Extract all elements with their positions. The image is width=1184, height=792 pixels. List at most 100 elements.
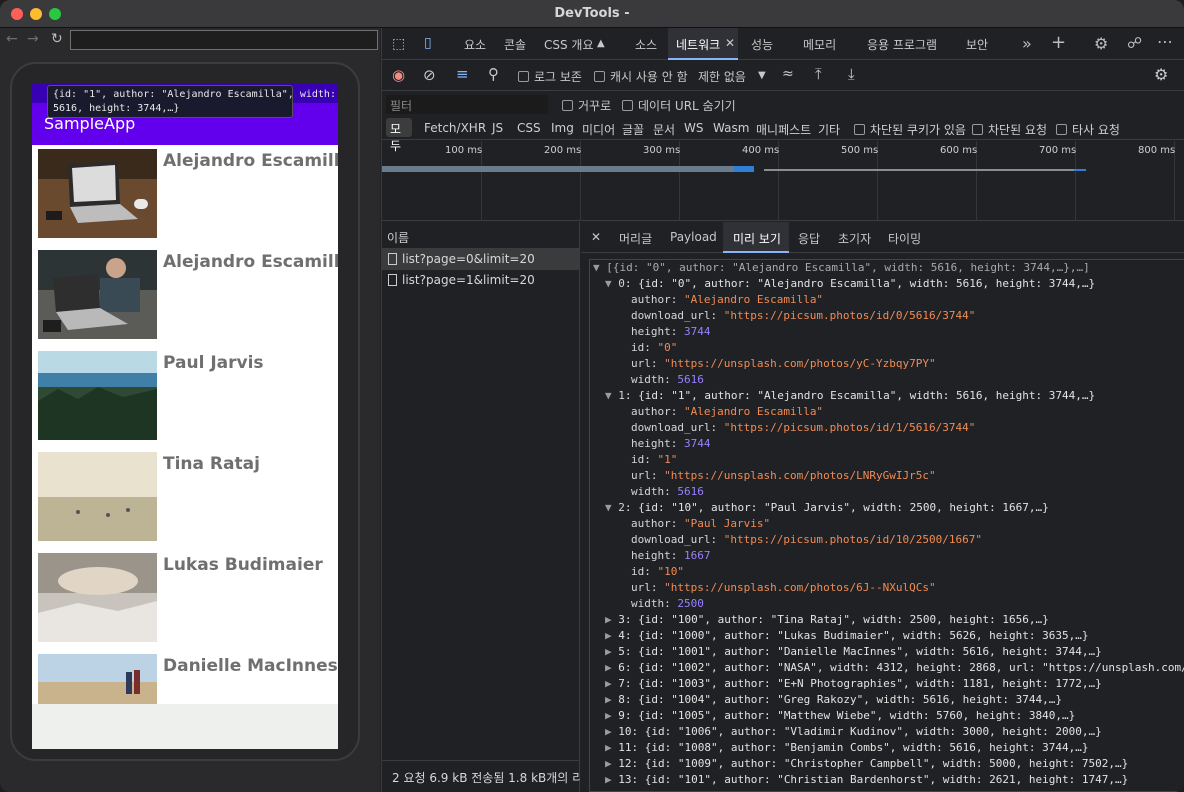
tree-node[interactable]: ▼ 1: {id: "1", author: "Alejandro Escami… <box>605 388 1095 404</box>
tab-sources[interactable]: 소스 <box>635 36 657 53</box>
timeline-tick: 800 ms <box>1138 145 1176 156</box>
tab-preview[interactable]: 미리 보기 <box>733 230 781 247</box>
tab-elements[interactable]: 요소 <box>464 36 486 53</box>
request-row[interactable]: list?page=0&limit=20 <box>382 249 579 270</box>
tab-security[interactable]: 보안 <box>966 36 988 53</box>
settings-gear-icon[interactable]: ⚙ <box>1094 34 1108 53</box>
photo-list[interactable]: Alejandro Escamilla Alejandro Escamilla <box>32 145 338 704</box>
list-item[interactable]: Paul Jarvis <box>38 351 332 443</box>
title-bar: DevTools - <box>0 0 1184 28</box>
tab-application[interactable]: 응용 프로그램 <box>867 36 937 53</box>
type-img-button[interactable]: Img <box>551 121 574 135</box>
preserve-log-checkbox[interactable]: 로그 보존 <box>518 68 582 85</box>
clear-icon[interactable]: ⊘ <box>423 66 436 84</box>
type-fetch-xhr-button[interactable]: Fetch/XHR <box>424 121 486 135</box>
back-icon[interactable]: ← <box>6 31 18 47</box>
tab-headers[interactable]: 머리글 <box>619 230 652 247</box>
tab-memory[interactable]: 메모리 <box>803 36 836 53</box>
filter-input[interactable]: 필터 <box>386 95 548 114</box>
tree-node-collapsed[interactable]: ▶ 4: {id: "1000", author: "Lukas Budimai… <box>605 628 1088 644</box>
tree-node-collapsed[interactable]: ▶ 10: {id: "1006", author: "Vladimir Kud… <box>605 724 1102 740</box>
tab-initiator[interactable]: 초기자 <box>838 230 871 247</box>
reload-icon[interactable]: ↻ <box>51 31 63 47</box>
network-timeline[interactable]: 100 ms 200 ms 300 ms 400 ms 500 ms 600 m… <box>382 141 1184 221</box>
tab-console[interactable]: 콘솔 <box>504 36 526 53</box>
invert-checkbox[interactable]: 거꾸로 <box>562 97 611 114</box>
type-doc-button[interactable]: 문서 <box>653 121 675 138</box>
close-detail-icon[interactable]: ✕ <box>591 230 601 244</box>
export-har-icon[interactable]: ⤓ <box>848 65 855 83</box>
tab-response[interactable]: 응답 <box>798 230 820 247</box>
close-tab-icon[interactable]: ✕ <box>725 36 735 50</box>
list-item[interactable]: Tina Rataj <box>38 452 332 544</box>
tab-timing[interactable]: 타이밍 <box>888 230 921 247</box>
photo-thumbnail <box>38 452 157 541</box>
author-name: Alejandro Escamilla <box>163 252 338 272</box>
type-wasm-button[interactable]: Wasm <box>713 121 749 135</box>
tab-payload[interactable]: Payload <box>670 230 717 244</box>
device-toolbar-icon[interactable]: ▯ <box>424 35 432 51</box>
record-icon[interactable]: ◉ <box>392 66 405 84</box>
file-icon <box>388 274 397 286</box>
type-media-button[interactable]: 미디어 <box>582 121 615 138</box>
blocked-requests-checkbox[interactable]: 차단된 요청 <box>972 121 1047 138</box>
type-font-button[interactable]: 글꼴 <box>622 121 644 138</box>
list-item[interactable]: Lukas Budimaier <box>38 553 332 645</box>
disable-cache-checkbox[interactable]: 캐시 사용 안 함 <box>594 68 688 85</box>
throttling-select[interactable]: 제한 없음 <box>698 68 746 85</box>
tree-property: height: 3744 <box>631 437 711 450</box>
system-nav-bar <box>32 704 338 749</box>
tree-node[interactable]: ▼ 2: {id: "10", author: "Paul Jarvis", w… <box>605 500 1049 516</box>
hover-tooltip: {id: "1", author: "Alejandro Escamilla",… <box>47 85 336 118</box>
tooltip-line: 5616, height: 3744,…} <box>53 103 180 114</box>
request-list: 이름 list?page=0&limit=20 list?page=1&limi… <box>382 222 580 792</box>
name-column-header[interactable]: 이름 <box>382 222 579 249</box>
more-options-icon[interactable]: ⋯ <box>1157 32 1173 51</box>
tree-node-collapsed[interactable]: ▶ 6: {id: "1002", author: "NASA", width:… <box>605 660 1184 676</box>
json-preview[interactable]: ▼ [{id: "0", author: "Alejandro Escamill… <box>589 259 1184 792</box>
resource-type-filter: 모두 Fetch/XHR JS CSS Img 미디어 글꼴 문서 WS Was… <box>382 116 1184 153</box>
third-party-checkbox[interactable]: 타사 요청 <box>1056 121 1120 138</box>
tree-node-collapsed[interactable]: ▶ 3: {id: "100", author: "Tina Rataj", w… <box>605 612 1049 628</box>
tree-node[interactable]: ▼ 0: {id: "0", author: "Alejandro Escami… <box>605 276 1095 292</box>
tab-network[interactable]: 네트워크 <box>676 36 720 53</box>
tree-node-collapsed[interactable]: ▶ 8: {id: "1004", author: "Greg Rakozy",… <box>605 692 1062 708</box>
tab-performance[interactable]: 성능 <box>751 36 773 53</box>
list-item[interactable]: Alejandro Escamilla <box>38 250 338 342</box>
network-settings-icon[interactable]: ⚙ <box>1154 65 1168 84</box>
tab-css-overview[interactable]: CSS 개요 <box>544 36 594 53</box>
tree-property: height: 3744 <box>631 325 711 338</box>
type-manifest-button[interactable]: 매니페스트 <box>756 121 811 138</box>
import-har-icon[interactable]: ⤒ <box>815 65 822 83</box>
type-all-button[interactable]: 모두 <box>386 118 412 153</box>
search-icon[interactable]: ⚲ <box>488 65 499 83</box>
request-row[interactable]: list?page=1&limit=20 <box>382 270 579 291</box>
tree-node-collapsed[interactable]: ▶ 12: {id: "1009", author: "Christopher … <box>605 756 1128 772</box>
hide-data-urls-checkbox[interactable]: 데이터 URL 숨기기 <box>622 97 736 114</box>
tree-node-collapsed[interactable]: ▶ 11: {id: "1008", author: "Benjamin Com… <box>605 740 1088 756</box>
tree-property: width: 5616 <box>631 373 704 386</box>
tree-node-collapsed[interactable]: ▶ 7: {id: "1003", author: "E+N Photograp… <box>605 676 1102 692</box>
url-input[interactable] <box>70 30 378 50</box>
preserve-log-label: 로그 보존 <box>534 70 582 84</box>
add-tab-icon[interactable]: + <box>1051 32 1066 53</box>
network-conditions-icon[interactable]: ≈ <box>782 66 794 82</box>
chevron-down-icon[interactable]: ▼ <box>758 70 766 81</box>
more-tabs-icon[interactable]: » <box>1022 34 1032 53</box>
type-other-button[interactable]: 기타 <box>818 121 840 138</box>
filter-icon[interactable]: ≡ <box>456 65 469 83</box>
tree-node-collapsed[interactable]: ▶ 9: {id: "1005", author: "Matthew Wiebe… <box>605 708 1075 724</box>
inspect-element-icon[interactable]: ⬚ <box>392 36 405 52</box>
type-js-button[interactable]: JS <box>492 121 503 135</box>
tree-node-collapsed[interactable]: ▶ 5: {id: "1001", author: "Danielle MacI… <box>605 644 1102 660</box>
flask-icon: ▲ <box>597 38 605 49</box>
list-item[interactable]: Alejandro Escamilla <box>38 149 338 241</box>
forward-icon[interactable]: → <box>27 31 39 47</box>
tree-root[interactable]: ▼ [{id: "0", author: "Alejandro Escamill… <box>593 260 1090 276</box>
blocked-cookies-checkbox[interactable]: 차단된 쿠키가 있음 <box>854 121 966 138</box>
type-ws-button[interactable]: WS <box>684 121 703 135</box>
customize-icon[interactable]: ☍ <box>1127 34 1142 52</box>
tree-node-collapsed[interactable]: ▶ 13: {id: "101", author: "Christian Bar… <box>605 772 1128 788</box>
list-item[interactable]: Danielle MacInnes <box>38 654 338 704</box>
type-css-button[interactable]: CSS <box>517 121 541 135</box>
